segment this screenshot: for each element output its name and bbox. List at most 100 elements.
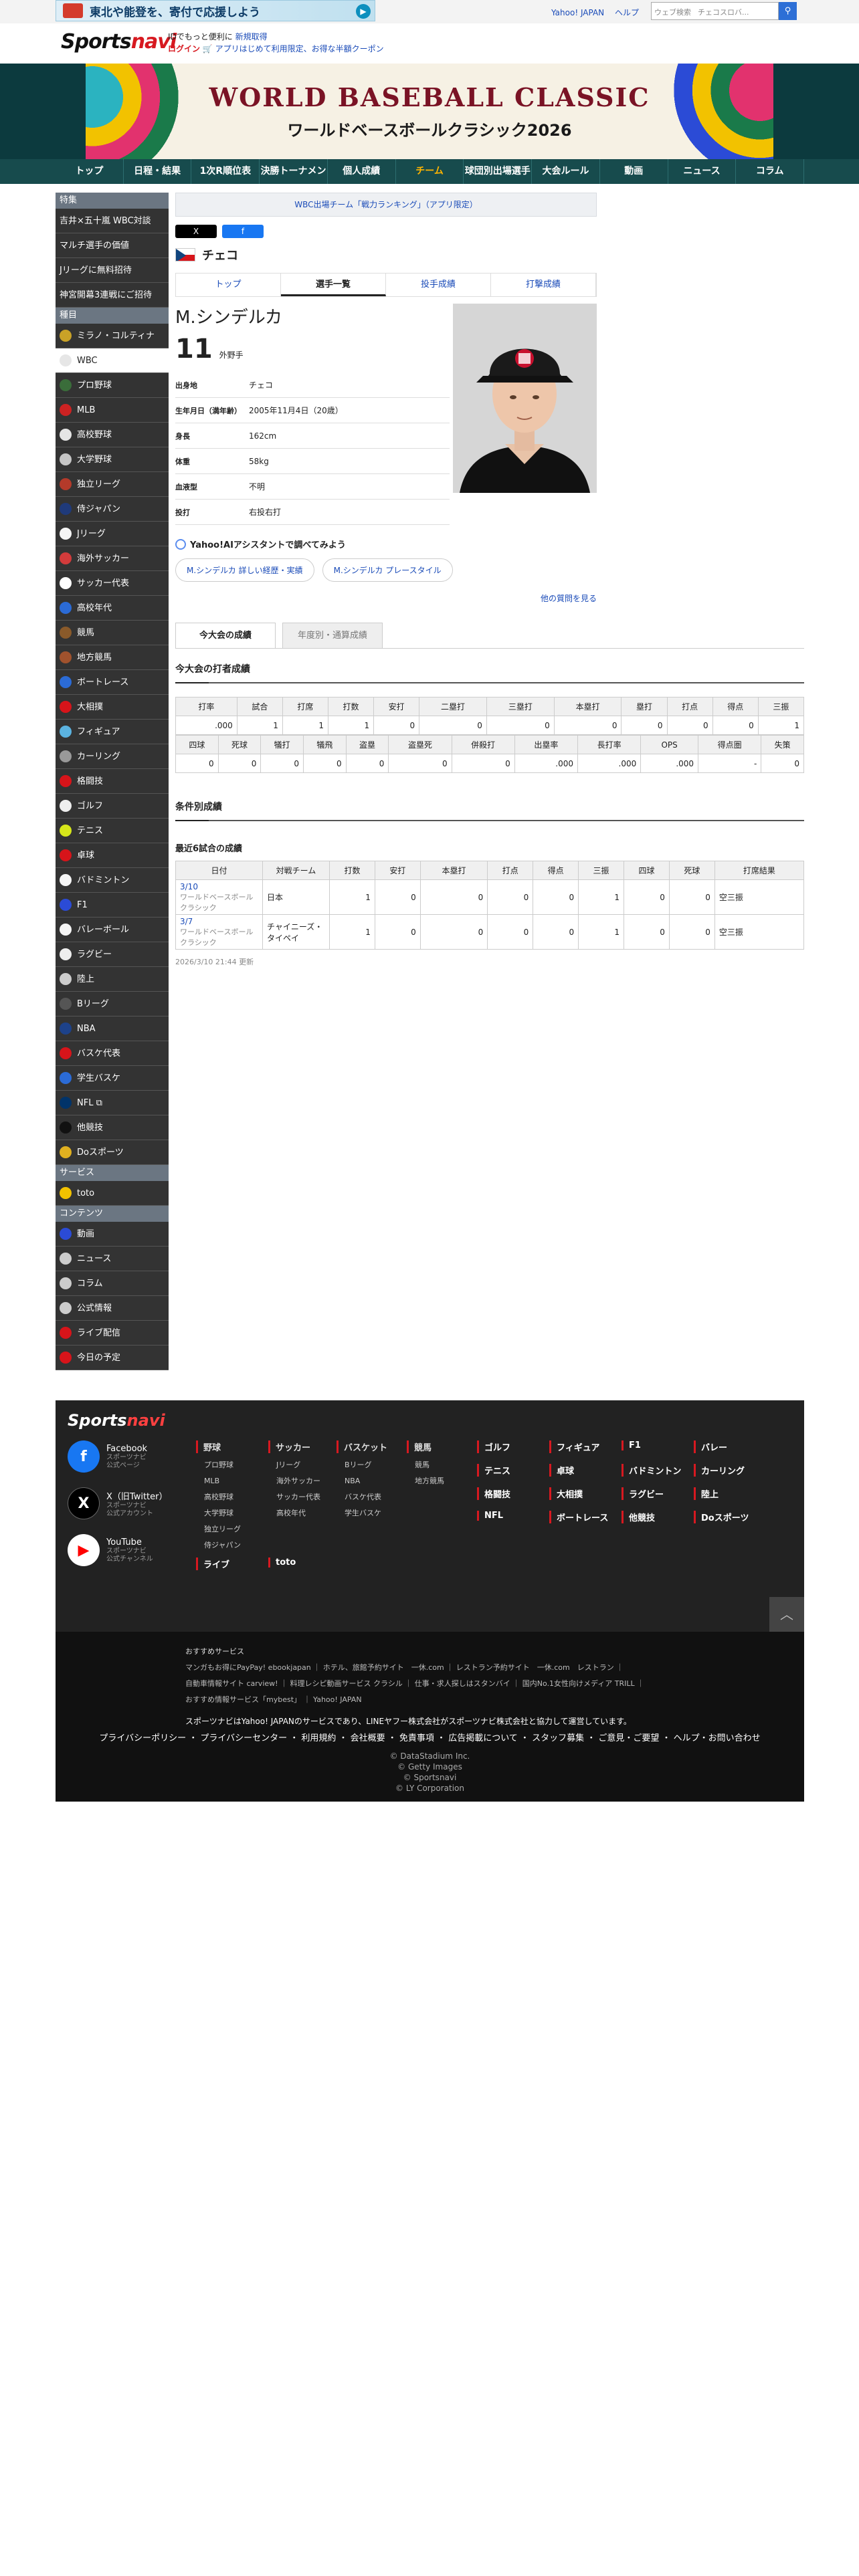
footer-live-link[interactable]: ライブ [196, 1558, 229, 1570]
nav-individual-stats[interactable]: 個人成績 [328, 159, 396, 184]
footer-sport-link[interactable]: F1 [622, 1440, 641, 1451]
footer-link[interactable]: サッカー代表 [268, 1489, 320, 1505]
footer-soccer-head[interactable]: サッカー [268, 1440, 320, 1453]
footer-link[interactable]: 競馬 [407, 1457, 444, 1473]
nav-team[interactable]: チーム [396, 159, 464, 184]
sidebar-item[interactable]: 他競技 [56, 1115, 169, 1140]
sidebar-item[interactable]: MLB [56, 398, 169, 423]
sidebar-item[interactable]: バドミントン [56, 868, 169, 893]
game-date-link[interactable]: 3/10 [180, 882, 258, 891]
ai-chip-playstyle[interactable]: M.シンデルカ プレースタイル [322, 558, 453, 582]
footer-link[interactable]: 大学野球 [196, 1505, 241, 1521]
yahoo-japan-link[interactable]: Yahoo! JAPAN [551, 8, 604, 17]
sidebar-item[interactable]: プロ野球 [56, 373, 169, 398]
footer-link[interactable]: NBA [337, 1473, 387, 1489]
footer-basket-head[interactable]: バスケット [337, 1440, 387, 1453]
sidebar-item[interactable]: ラグビー [56, 942, 169, 967]
footer-sport-link[interactable]: バレー [694, 1440, 727, 1453]
sidebar-item[interactable]: toto [56, 1181, 169, 1206]
nav-club-players[interactable]: 球団別出場選手 [464, 159, 533, 184]
sidebar-item[interactable]: バレーボール [56, 918, 169, 942]
sidebar-item[interactable]: 陸上 [56, 967, 169, 992]
footer-link[interactable]: 学生バスケ [337, 1505, 387, 1521]
footer-sport-link[interactable]: ラグビー [622, 1487, 664, 1500]
tab-career-stats[interactable]: 年度別・通算成績 [282, 623, 383, 648]
more-questions-link[interactable]: 他の質問を見る [541, 594, 597, 603]
sidebar-feature-item[interactable]: マルチ選手の価値 [56, 233, 169, 258]
login-link[interactable]: ログイン [168, 44, 200, 53]
sidebar-item[interactable]: ボートレース [56, 670, 169, 695]
sidebar-item[interactable]: Bリーグ [56, 992, 169, 1016]
policy-links[interactable]: プライバシーポリシー ・ プライバシーセンター ・ 利用規約 ・ 会社概要 ・ … [56, 1731, 804, 1743]
tab-batting[interactable]: 打撃成績 [491, 274, 596, 296]
nav-news[interactable]: ニュース [668, 159, 737, 184]
footer-sport-link[interactable]: 格闘技 [477, 1487, 510, 1500]
sidebar-feature-item[interactable]: Jリーグに無料招待 [56, 258, 169, 283]
sidebar-item[interactable]: 海外サッカー [56, 546, 169, 571]
footer-keiba-head[interactable]: 競馬 [407, 1440, 444, 1453]
sidebar-item[interactable]: WBC [56, 348, 169, 373]
footer-sport-link[interactable]: ボートレース [549, 1511, 608, 1523]
tab-pitching[interactable]: 投手成績 [386, 274, 491, 296]
sidebar-item[interactable]: 地方競馬 [56, 645, 169, 670]
footer-baseball-head[interactable]: 野球 [196, 1440, 241, 1453]
sidebar-item[interactable]: 大相撲 [56, 695, 169, 720]
nav-rules[interactable]: 大会ルール [532, 159, 600, 184]
sidebar-item[interactable]: ミラノ・コルティナ [56, 324, 169, 348]
footer-sport-link[interactable]: バドミントン [622, 1464, 681, 1477]
social-link[interactable]: ▶ YouTube スポーツナビ 公式チャンネル [68, 1534, 153, 1566]
nav-top[interactable]: トップ [56, 159, 124, 184]
ai-chip-career[interactable]: M.シンデルカ 詳しい経歴・実績 [175, 558, 314, 582]
sidebar-item[interactable]: 大学野球 [56, 447, 169, 472]
share-facebook-button[interactable]: f [222, 225, 264, 238]
sidebar-item[interactable]: Doスポーツ [56, 1140, 169, 1165]
sidebar-item[interactable]: NFL ⧉ [56, 1091, 169, 1115]
footer-link[interactable]: 地方競馬 [407, 1473, 444, 1489]
game-date-link[interactable]: 3/7 [180, 917, 258, 926]
sidebar-item[interactable]: バスケ代表 [56, 1041, 169, 1066]
footer-link[interactable]: 高校年代 [268, 1505, 320, 1521]
sportsnavi-logo[interactable]: Sportsnavi [61, 30, 177, 53]
sidebar-item[interactable]: テニス [56, 819, 169, 843]
sidebar-item[interactable]: ニュース [56, 1247, 169, 1271]
back-to-top-button[interactable]: ︿ [769, 1597, 804, 1632]
sidebar-item[interactable]: サッカー代表 [56, 571, 169, 596]
sidebar-item[interactable]: カーリング [56, 744, 169, 769]
sidebar-item[interactable]: F1 [56, 893, 169, 918]
tab-top[interactable]: トップ [176, 274, 281, 296]
footer-sport-link[interactable]: ゴルフ [477, 1440, 510, 1453]
footer-sport-link[interactable]: 大相撲 [549, 1487, 583, 1500]
nav-column[interactable]: コラム [736, 159, 805, 184]
tab-roster[interactable]: 選手一覧 [281, 274, 386, 296]
sidebar-item[interactable]: ゴルフ [56, 794, 169, 819]
sidebar-feature-item[interactable]: 吉井×五十嵐 WBC対談 [56, 209, 169, 233]
footer-link[interactable]: MLB [196, 1473, 241, 1489]
nav-schedule[interactable]: 日程・結果 [124, 159, 192, 184]
footer-sport-link[interactable]: 卓球 [549, 1464, 574, 1477]
sidebar-item[interactable]: 公式情報 [56, 1296, 169, 1321]
sidebar-item[interactable]: 独立リーグ [56, 472, 169, 497]
footer-sport-link[interactable]: NFL [477, 1511, 503, 1521]
sidebar-item[interactable]: 競馬 [56, 621, 169, 645]
wbc-banner[interactable]: WORLD BASEBALL CLASSIC ワールドベースボールクラシック20… [0, 64, 859, 159]
sidebar-item[interactable]: NBA [56, 1016, 169, 1041]
app-coupon-link[interactable]: アプリはじめて利用限定、お得な半額クーポン [215, 44, 384, 53]
footer-link[interactable]: Jリーグ [268, 1457, 320, 1473]
footer-link[interactable]: 侍ジャパン [196, 1537, 241, 1553]
signup-link[interactable]: 新規取得 [235, 32, 268, 41]
footer-link[interactable]: 海外サッカー [268, 1473, 320, 1489]
nav-standings[interactable]: 1次R順位表 [191, 159, 260, 184]
footer-link[interactable]: バスケ代表 [337, 1489, 387, 1505]
footer-sport-link[interactable]: テニス [477, 1464, 510, 1477]
nav-tournament[interactable]: 決勝トーナメント [260, 159, 328, 201]
sidebar-item[interactable]: コラム [56, 1271, 169, 1296]
sidebar-item[interactable]: 卓球 [56, 843, 169, 868]
ranking-notice[interactable]: WBC出場チーム「戦力ランキング」（アプリ限定） [175, 193, 597, 217]
footer-sport-link[interactable]: 陸上 [694, 1487, 719, 1500]
footer-sport-link[interactable]: 他競技 [622, 1511, 655, 1523]
sidebar-item[interactable]: 動画 [56, 1222, 169, 1247]
sidebar-item[interactable]: フィギュア [56, 720, 169, 744]
sidebar-item[interactable]: 高校年代 [56, 596, 169, 621]
footer-link[interactable]: 独立リーグ [196, 1521, 241, 1537]
sidebar-item[interactable]: 高校野球 [56, 423, 169, 447]
